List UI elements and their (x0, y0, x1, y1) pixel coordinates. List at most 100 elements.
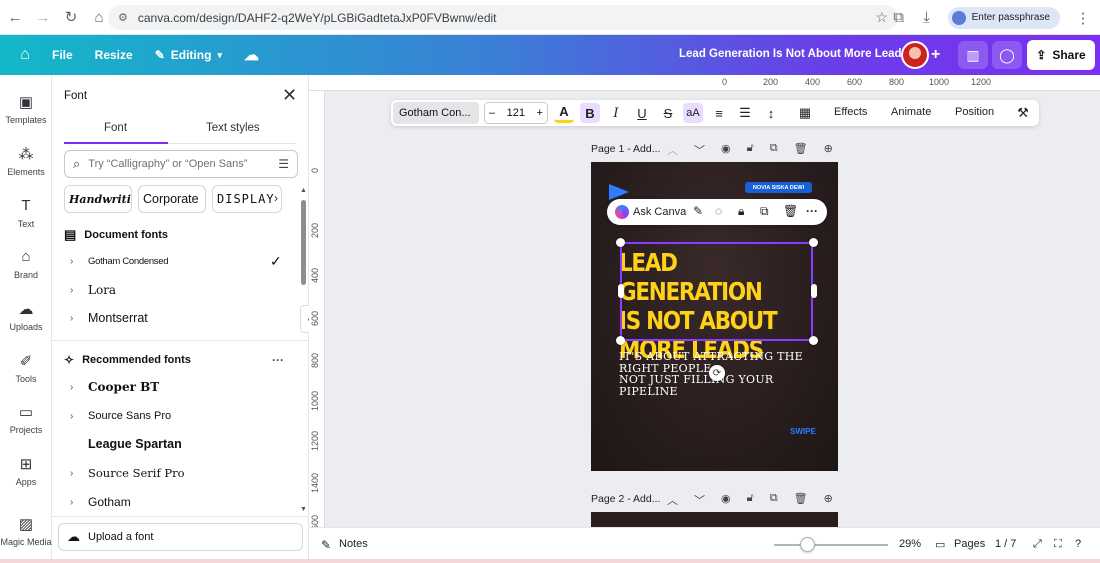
font-size-stepper[interactable]: – 121 + (484, 102, 548, 124)
page-down-icon[interactable]: ﹀ (694, 492, 705, 508)
rail-item-uploads[interactable]: ☁ Uploads (0, 300, 52, 332)
help-icon[interactable]: ? (1075, 538, 1081, 550)
upload-font-button[interactable]: ☁ Upload a font (58, 523, 303, 551)
hide-page-icon[interactable]: ◉ (721, 492, 731, 508)
rail-item-projects[interactable]: ▭ Projects (0, 403, 52, 435)
align-left-icon[interactable]: ≡ (709, 103, 729, 123)
author-badge[interactable]: NOVIA SISKA DEWI (745, 182, 812, 193)
font-item-cooper-bt[interactable]: › Cooper BT (70, 376, 290, 398)
font-item-lora[interactable]: › Lora (70, 279, 290, 301)
delete-page-icon[interactable]: 🗑︎ (794, 492, 808, 508)
scroll-up-icon[interactable]: ▲ (300, 187, 307, 194)
lock-page-icon[interactable]: 🔓︎ (747, 492, 754, 508)
chips-next-icon[interactable]: › (274, 191, 278, 205)
add-comment-icon[interactable]: ◌ (715, 204, 722, 218)
strikethrough-icon[interactable]: S (658, 103, 678, 123)
duplicate-page-icon[interactable]: ⧉ (770, 142, 778, 158)
fit-screen-icon[interactable]: ⤢ (1033, 538, 1042, 551)
resize-handle-bottom-right[interactable] (809, 336, 818, 345)
page-counter[interactable]: 1 / 7 (995, 538, 1016, 550)
add-page-icon[interactable]: ⊕ (824, 142, 833, 158)
forward-icon[interactable]: → (30, 4, 56, 30)
rail-item-templates[interactable]: ▣ Templates (0, 93, 52, 125)
font-item-source-serif-pro[interactable]: › Source Serif Pro (70, 462, 290, 484)
browser-menu-icon[interactable]: ⋮ (1070, 5, 1096, 31)
delete-page-icon[interactable]: 🗑︎ (794, 142, 808, 158)
selection-box[interactable] (620, 242, 813, 341)
panel-scrollbar[interactable] (301, 200, 306, 285)
avatar[interactable] (901, 41, 929, 69)
page-up-icon[interactable]: ︿ (667, 142, 678, 158)
underline-icon[interactable]: U (632, 103, 652, 123)
letter-case-icon[interactable]: aA (683, 103, 703, 123)
font-search-box[interactable]: ⌕ ☰ (64, 150, 298, 178)
extensions-icon[interactable]: ⧉ (886, 5, 912, 31)
zoom-level[interactable]: 29% (899, 538, 921, 550)
text-color-icon[interactable]: A (554, 103, 574, 123)
reload-icon[interactable]: ↻ (58, 4, 84, 30)
more-options-icon[interactable]: ··· (272, 353, 284, 367)
ask-canva-button[interactable]: Ask Canva (633, 206, 686, 218)
hide-page-icon[interactable]: ◉ (721, 142, 731, 158)
canvas-workspace[interactable]: 0 200 400 600 800 1000 1200 0 200 400 60… (309, 75, 1100, 527)
pages-icon[interactable]: ▭ (935, 538, 945, 551)
canva-home-icon[interactable]: ⌂ (12, 42, 38, 68)
site-info-icon[interactable]: ⚙ (118, 11, 128, 24)
lock-icon[interactable]: 🔒︎ (738, 204, 744, 219)
passphrase-button[interactable]: Enter passphrase (947, 6, 1060, 29)
page-2-label[interactable]: Page 2 - Add... (591, 493, 660, 505)
notes-icon[interactable]: ✎ (321, 538, 331, 552)
font-family-selector[interactable]: Gotham Con... (393, 102, 479, 124)
page-down-icon[interactable]: ﹀ (694, 142, 705, 158)
delete-icon[interactable]: 🗑︎ (783, 204, 798, 218)
download-icon[interactable]: ⤓ (914, 5, 940, 31)
rotate-handle-icon[interactable]: ⟳ (709, 365, 725, 381)
duplicate-page-icon[interactable]: ⧉ (770, 492, 778, 508)
design-page-2[interactable] (591, 512, 838, 527)
page-up-icon[interactable]: ︿ (667, 492, 678, 508)
font-search-input[interactable] (88, 158, 269, 170)
copy-style-icon[interactable]: ⚒ (1013, 103, 1033, 123)
lock-page-icon[interactable]: 🔓︎ (747, 142, 754, 158)
font-item-gotham[interactable]: › Gotham (70, 491, 290, 513)
resize-handle-left[interactable] (618, 284, 624, 298)
tab-text-styles[interactable]: Text styles (206, 122, 260, 134)
cloud-saved-icon[interactable]: ☁ (244, 46, 259, 64)
transparency-icon[interactable]: ▦ (795, 103, 815, 123)
font-item-source-sans-pro[interactable]: › Source Sans Pro (70, 405, 290, 427)
add-page-icon[interactable]: ⊕ (824, 492, 833, 508)
scroll-down-icon[interactable]: ▼ (300, 506, 307, 513)
italic-icon[interactable]: I (606, 103, 626, 123)
rail-item-elements[interactable]: ⁂ Elements (0, 145, 52, 177)
resize-button[interactable]: Resize (95, 48, 133, 62)
notes-button[interactable]: Notes (339, 538, 368, 550)
invite-plus-icon[interactable]: + (931, 46, 940, 64)
share-button[interactable]: ⇪ Share (1027, 40, 1095, 70)
file-menu[interactable]: File (52, 48, 73, 62)
address-bar[interactable]: ⚙ canva.com/design/DAHF2-q2WeY/pLGBiGadt… (108, 5, 898, 30)
page-1-label[interactable]: Page 1 - Add... (591, 143, 660, 155)
rail-item-brand[interactable]: ⌂ Brand (0, 248, 52, 280)
resize-handle-top-left[interactable] (616, 238, 625, 247)
chip-display[interactable]: DISPLAY (212, 185, 282, 213)
tab-font[interactable]: Font (104, 122, 127, 134)
back-icon[interactable]: ← (2, 4, 28, 30)
list-icon[interactable]: ☰ (735, 103, 755, 123)
zoom-slider-handle[interactable] (800, 537, 815, 552)
font-item-league-spartan[interactable]: › League Spartan (70, 433, 290, 455)
chip-handwriting[interactable]: Handwriting (64, 185, 132, 213)
insights-chart-icon[interactable]: ▥ (958, 41, 988, 69)
rail-item-magic-media[interactable]: ▨ Magic Media (0, 515, 52, 547)
chip-corporate[interactable]: Corporate (138, 185, 206, 213)
zoom-slider[interactable] (774, 544, 888, 546)
duplicate-icon[interactable]: ⧉ (760, 204, 769, 219)
more-icon[interactable]: ··· (806, 204, 818, 218)
fullscreen-icon[interactable]: ⛶ (1054, 538, 1062, 551)
rail-item-tools[interactable]: ✐ Tools (0, 352, 52, 384)
magic-wand-icon[interactable]: ✎ (693, 204, 703, 218)
animate-button[interactable]: Animate (891, 106, 931, 118)
comment-icon[interactable]: ◯ (992, 41, 1022, 69)
font-size-value[interactable]: 121 (507, 107, 525, 119)
resize-handle-top-right[interactable] (809, 238, 818, 247)
spacing-icon[interactable]: ↕ (761, 103, 781, 123)
